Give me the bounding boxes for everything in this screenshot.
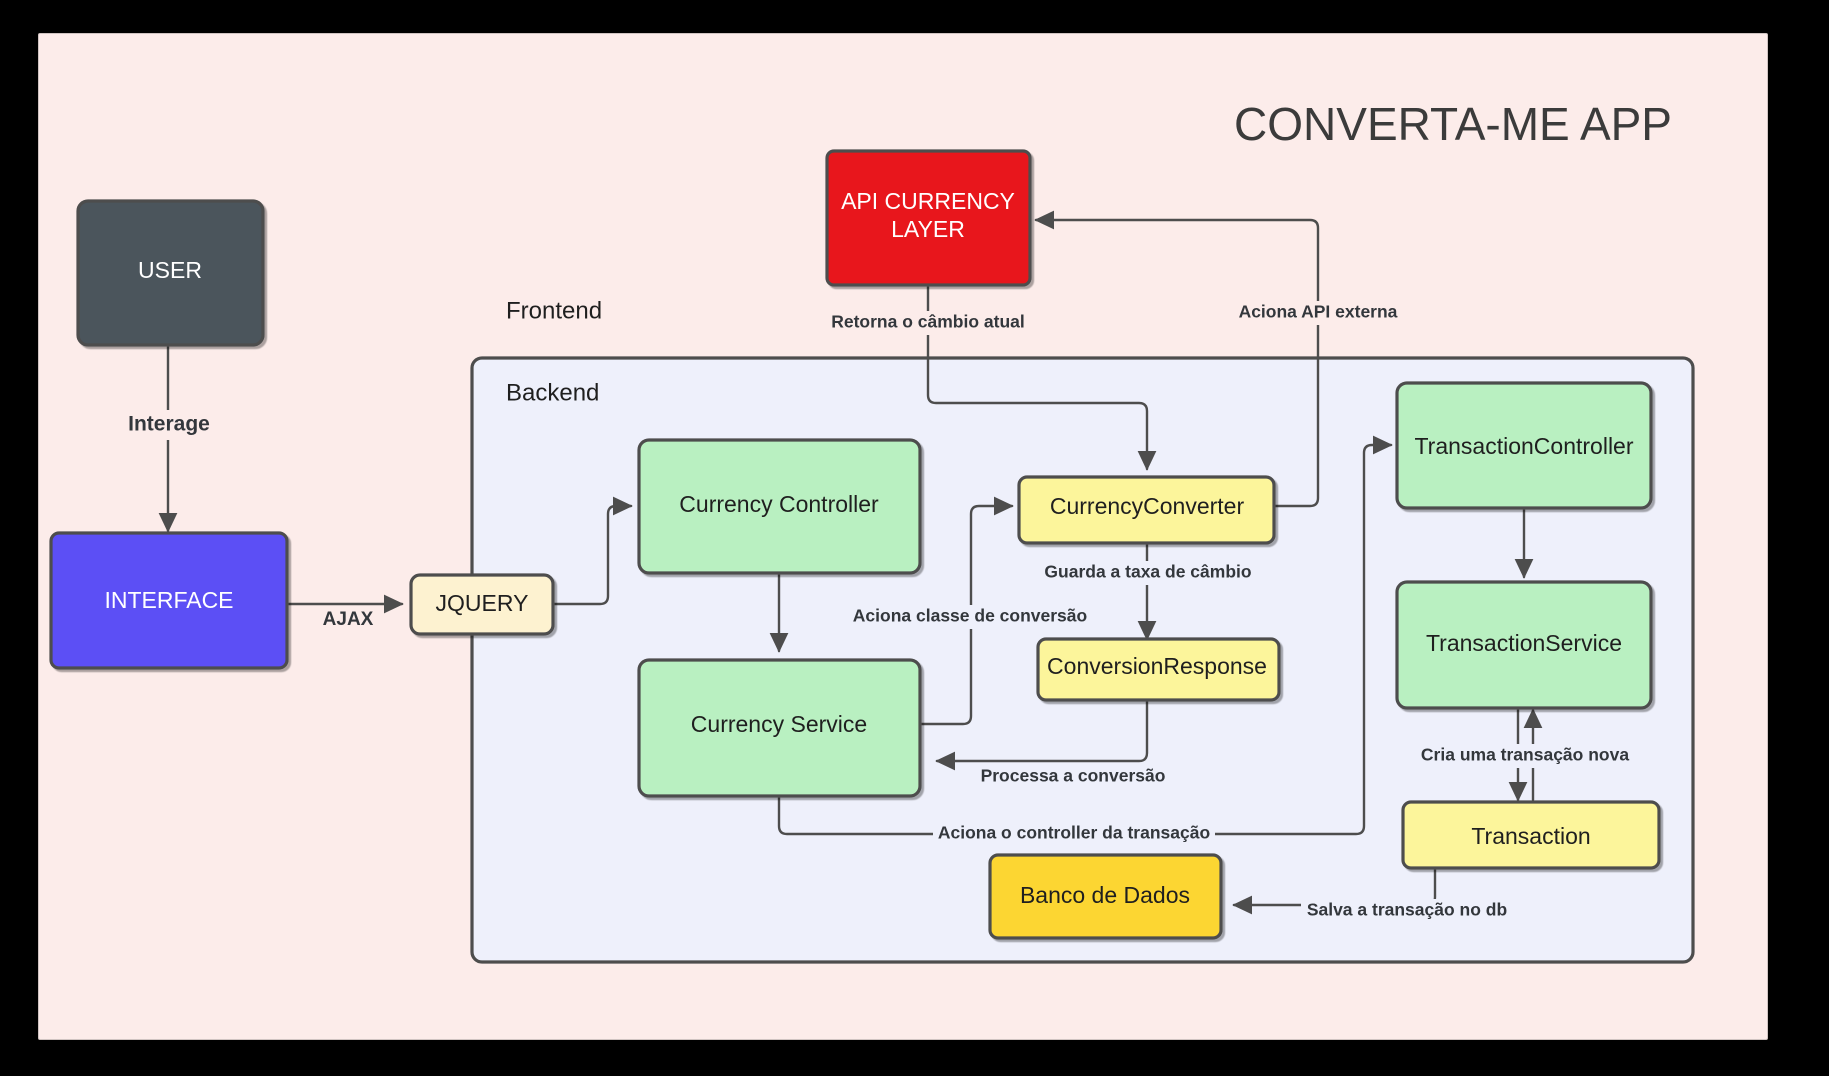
- edge-label-ajax: AJAX: [316, 607, 380, 633]
- node-jquery[interactable]: JQUERY: [409, 573, 555, 636]
- node-transaction-controller[interactable]: TransactionController: [1395, 381, 1653, 510]
- edge-label-guarda-taxa: Guarda a taxa de câmbio: [1030, 561, 1267, 585]
- edge-label-salva-transacao: Salva a transação no db: [1301, 899, 1513, 923]
- edge-label-interage-text: Interage: [128, 413, 210, 436]
- edge-label-ajax-text: AJAX: [323, 609, 374, 630]
- node-conversion-response[interactable]: ConversionResponse: [1036, 637, 1281, 702]
- edge-label-processa-conversao: Processa a conversão: [975, 765, 1170, 789]
- node-label-transaction: Transaction: [1471, 823, 1590, 849]
- node-banco-de-dados[interactable]: Banco de Dados: [988, 853, 1223, 940]
- node-currency-service[interactable]: Currency Service: [637, 658, 922, 798]
- node-transaction-service[interactable]: TransactionService: [1395, 580, 1653, 710]
- node-label-currency-service: Currency Service: [691, 711, 867, 737]
- group-label-frontend: Frontend: [506, 297, 602, 324]
- node-label-transaction-service: TransactionService: [1426, 630, 1622, 656]
- edge-label-aciona-classe-conversao: Aciona classe de conversão: [838, 605, 1102, 629]
- node-label-transaction-controller: TransactionController: [1414, 433, 1633, 459]
- node-currency-converter[interactable]: CurrencyConverter: [1017, 475, 1276, 545]
- node-user[interactable]: USER: [76, 199, 265, 347]
- edge-label-aciona-api-externa: Aciona API externa: [1228, 301, 1413, 325]
- node-label-api-currency-layer-line1: API CURRENCY: [841, 188, 1015, 214]
- edge-label-retorna-cambio: Retorna o câmbio atual: [818, 311, 1040, 335]
- node-label-currency-converter: CurrencyConverter: [1050, 493, 1245, 519]
- edge-label-aciona-api-externa-text: Aciona API externa: [1239, 302, 1398, 322]
- edge-label-retorna-cambio-text: Retorna o câmbio atual: [831, 312, 1025, 332]
- node-label-currency-controller: Currency Controller: [679, 491, 879, 517]
- node-label-api-currency-layer-line2: LAYER: [891, 216, 965, 242]
- node-currency-controller[interactable]: Currency Controller: [637, 438, 922, 575]
- node-interface[interactable]: INTERFACE: [49, 531, 289, 670]
- node-label-jquery: JQUERY: [436, 590, 529, 616]
- node-transaction[interactable]: Transaction: [1401, 800, 1661, 870]
- node-label-conversion-response: ConversionResponse: [1047, 653, 1267, 679]
- edge-label-salva-transacao-text: Salva a transação no db: [1307, 900, 1507, 920]
- edge-label-aciona-controller-transacao-text: Aciona o controller da transação: [938, 823, 1210, 843]
- edge-label-guarda-taxa-text: Guarda a taxa de câmbio: [1044, 562, 1251, 582]
- diagram-stage: CONVERTA-ME APP Frontend Backend USER IN…: [0, 0, 1829, 1076]
- node-label-interface: INTERFACE: [104, 587, 233, 613]
- edge-label-cria-transacao-nova-text: Cria uma transação nova: [1421, 745, 1629, 765]
- edge-label-cria-transacao-nova: Cria uma transação nova: [1408, 744, 1643, 768]
- edge-label-interage: Interage: [105, 410, 233, 440]
- node-label-user: USER: [138, 257, 202, 283]
- node-api-currency-layer[interactable]: API CURRENCY LAYER: [825, 149, 1032, 287]
- edge-label-aciona-classe-conversao-text: Aciona classe de conversão: [853, 606, 1087, 626]
- node-label-banco-de-dados: Banco de Dados: [1020, 882, 1190, 908]
- page-title: CONVERTA-ME APP: [1234, 98, 1672, 150]
- edge-label-aciona-controller-transacao: Aciona o controller da transação: [933, 822, 1215, 846]
- group-label-backend: Backend: [506, 379, 599, 406]
- edge-label-processa-conversao-text: Processa a conversão: [981, 766, 1166, 786]
